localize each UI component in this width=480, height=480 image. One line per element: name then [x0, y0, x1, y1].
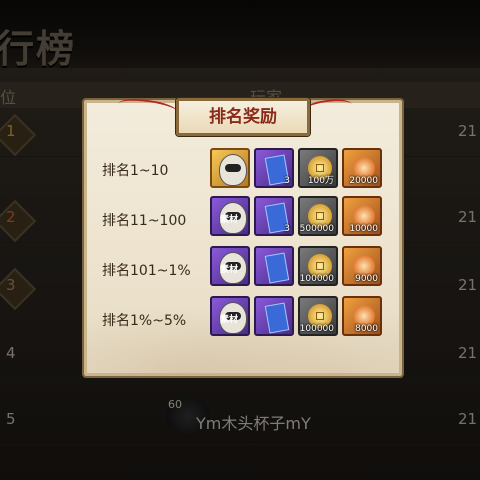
material-tag: 素材: [220, 315, 239, 325]
tier-label: 排名1~10: [102, 163, 169, 179]
ticket-icon: [264, 302, 290, 334]
reward-qty: 100000: [299, 324, 334, 334]
tier-label: 排名11~100: [102, 213, 187, 229]
reward-item[interactable]: [210, 148, 250, 188]
reward-item[interactable]: [254, 246, 294, 286]
reward-qty: 500000: [299, 224, 334, 234]
reward-item[interactable]: 素材: [210, 196, 250, 236]
reward-qty: 100万: [307, 176, 334, 186]
modal-title: 排名奖励: [176, 98, 310, 136]
reward-item[interactable]: 素材: [210, 296, 250, 336]
reward-qty: 3: [284, 224, 290, 234]
reward-item[interactable]: 100000: [298, 246, 338, 286]
reward-item[interactable]: 素材: [210, 246, 250, 286]
reward-qty: 8000: [355, 324, 378, 334]
reward-qty: 10000: [349, 224, 378, 234]
material-tag: 素材: [220, 215, 239, 225]
reward-qty: 9000: [355, 274, 378, 284]
daruma-gold-icon: [219, 154, 247, 186]
reward-item[interactable]: 20000: [342, 148, 382, 188]
reward-item[interactable]: 9000: [342, 246, 382, 286]
reward-item[interactable]: 10000: [342, 196, 382, 236]
reward-item[interactable]: 100万: [298, 148, 338, 188]
tier-label: 排名101~1%: [102, 263, 191, 279]
material-tag: 素材: [220, 265, 239, 275]
reward-item[interactable]: 3: [254, 196, 294, 236]
ticket-icon: [264, 252, 290, 284]
reward-item[interactable]: 8000: [342, 296, 382, 336]
reward-item[interactable]: [254, 296, 294, 336]
reward-qty: 3: [284, 176, 290, 186]
reward-item[interactable]: 500000: [298, 196, 338, 236]
reward-item[interactable]: 100000: [298, 296, 338, 336]
reward-item[interactable]: 3: [254, 148, 294, 188]
reward-qty: 20000: [349, 176, 378, 186]
tier-label: 排名1%~5%: [102, 313, 187, 329]
reward-qty: 100000: [299, 274, 334, 284]
